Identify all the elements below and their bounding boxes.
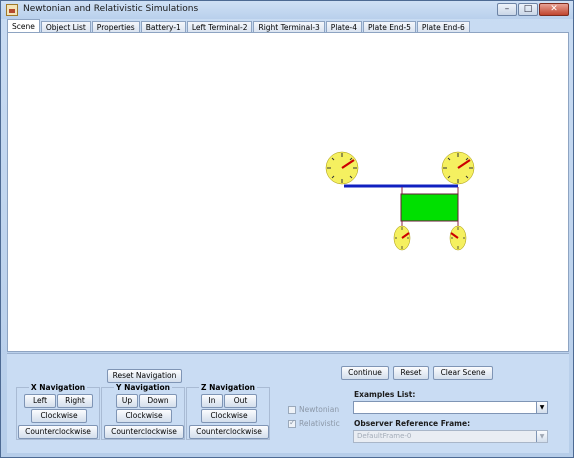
newtonian-checkbox-box: [288, 405, 296, 414]
z-clockwise-button[interactable]: Clockwise: [201, 409, 257, 423]
relativistic-checkbox[interactable]: Relativistic: [288, 418, 340, 428]
continue-button[interactable]: Continue: [341, 366, 389, 380]
scene-drawing: [325, 151, 475, 251]
chevron-down-icon: ▼: [536, 402, 547, 413]
tab-bar: Scene Object List Properties Battery-1 L…: [7, 19, 471, 33]
x-counterclockwise-button[interactable]: Counterclockwise: [18, 425, 98, 439]
newtonian-label: Newtonian: [299, 405, 340, 414]
relativistic-label: Relativistic: [299, 419, 340, 428]
tab-scene[interactable]: Scene: [7, 19, 40, 33]
app-window: Newtonian and Relativistic Simulations –…: [0, 0, 574, 458]
minimize-icon: –: [504, 4, 510, 14]
minimize-button[interactable]: –: [497, 3, 517, 16]
z-navigation-title: Z Navigation: [199, 383, 257, 392]
scene-canvas[interactable]: [7, 32, 569, 352]
down-button[interactable]: Down: [139, 394, 177, 408]
y-navigation-title: Y Navigation: [114, 383, 172, 392]
navigation-panel: Reset Navigation X Navigation Left Right…: [7, 353, 569, 453]
observer-frame-value: DefaultFrame-0: [357, 432, 412, 440]
reset-navigation-button[interactable]: Reset Navigation: [107, 369, 182, 383]
x-navigation-title: X Navigation: [28, 383, 88, 392]
y-counterclockwise-button[interactable]: Counterclockwise: [104, 425, 184, 439]
z-counterclockwise-button[interactable]: Counterclockwise: [189, 425, 269, 439]
y-clockwise-button[interactable]: Clockwise: [116, 409, 172, 423]
chevron-down-icon: ▼: [536, 431, 547, 442]
plate-end-5-clock[interactable]: [393, 225, 411, 251]
z-navigation-group: Z Navigation In Out Clockwise Counterclo…: [186, 383, 270, 440]
clear-scene-button[interactable]: Clear Scene: [433, 366, 493, 380]
plate-4[interactable]: [400, 193, 459, 222]
examples-list-label: Examples List:: [354, 390, 416, 399]
close-icon: ✕: [550, 4, 558, 14]
observer-frame-dropdown[interactable]: DefaultFrame-0 ▼: [353, 430, 548, 443]
newtonian-checkbox[interactable]: Newtonian: [288, 405, 339, 414]
reset-button[interactable]: Reset: [393, 366, 429, 380]
in-button[interactable]: In: [201, 394, 223, 408]
title-bar: Newtonian and Relativistic Simulations –…: [1, 1, 573, 19]
left-button[interactable]: Left: [24, 394, 56, 408]
examples-list-dropdown[interactable]: ▼: [353, 401, 548, 414]
right-button[interactable]: Right: [57, 394, 93, 408]
maximize-button[interactable]: □: [518, 3, 538, 16]
window-title: Newtonian and Relativistic Simulations: [23, 4, 199, 14]
plate-end-6-clock[interactable]: [449, 225, 467, 251]
x-clockwise-button[interactable]: Clockwise: [31, 409, 87, 423]
up-button[interactable]: Up: [116, 394, 138, 408]
right-terminal-clock[interactable]: [441, 151, 475, 185]
close-button[interactable]: ✕: [539, 3, 569, 16]
observer-frame-label: Observer Reference Frame:: [354, 419, 471, 428]
x-navigation-group: X Navigation Left Right Clockwise Counte…: [16, 383, 100, 440]
relativistic-checkbox-box: [288, 418, 296, 428]
maximize-icon: □: [523, 4, 533, 14]
java-app-icon: [6, 4, 18, 16]
left-terminal-clock[interactable]: [325, 151, 359, 185]
out-button[interactable]: Out: [224, 394, 257, 408]
y-navigation-group: Y Navigation Up Down Clockwise Countercl…: [101, 383, 185, 440]
